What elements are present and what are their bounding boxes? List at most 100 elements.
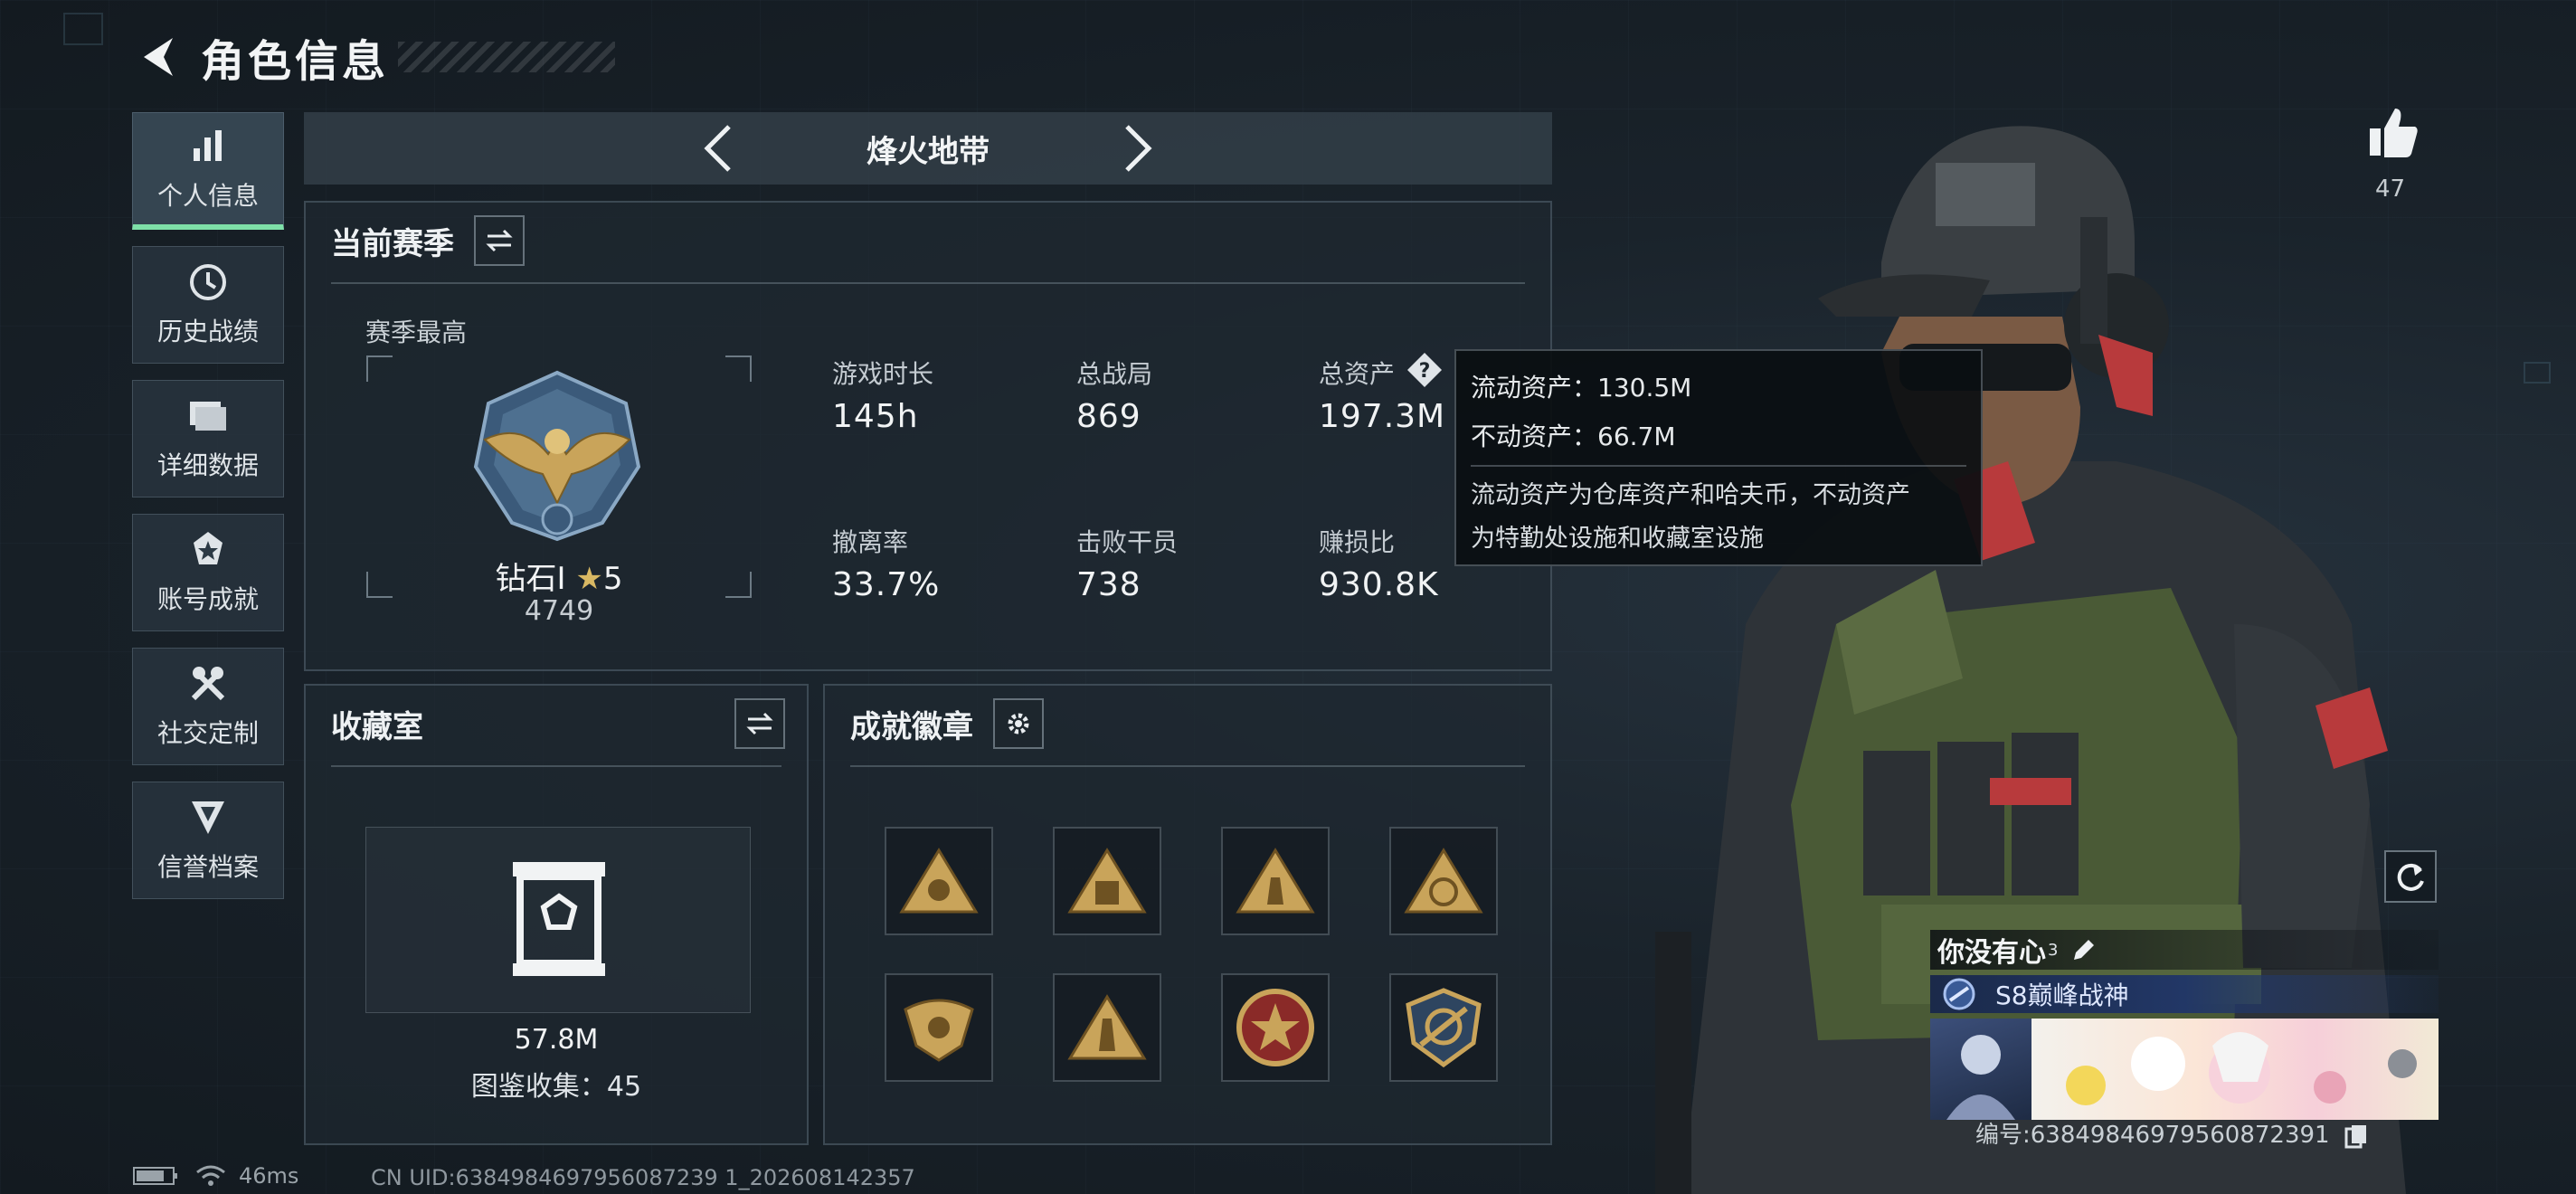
player-name-suffix: 3 — [2048, 940, 2059, 960]
stat-value-total-assets: 197.3M — [1319, 398, 1446, 435]
stat-value-extraction-rate: 33.7% — [832, 566, 941, 603]
back-arrow-icon[interactable] — [136, 34, 181, 80]
collection-title: 收藏室 — [331, 709, 423, 745]
tooltip-liquid-assets: 流动资产：130.5M — [1471, 373, 1692, 403]
tooltip-desc-line2: 为特勤处设施和收藏室设施 — [1471, 525, 1764, 553]
divider — [331, 765, 781, 767]
nav-item-achievements[interactable]: 账号成就 — [132, 514, 284, 631]
nav-label: 历史战绩 — [156, 317, 259, 346]
stat-label-total-assets: 总资产 — [1319, 359, 1396, 389]
player-title: S8巅峰战神 — [1995, 981, 2129, 1010]
help-icon[interactable]: ? — [1406, 351, 1444, 389]
gear-icon — [1008, 713, 1029, 734]
stat-label-playtime: 游戏时长 — [832, 359, 934, 389]
star-icon: ★ — [575, 561, 603, 597]
rank-name-row: 钻石I ★5 — [423, 554, 695, 598]
rank-emblem-icon — [467, 367, 648, 545]
player-title-row: S8巅峰战神 — [1930, 975, 2439, 1013]
page-title: 角色信息 — [201, 36, 390, 87]
like-count: 47 — [2375, 175, 2406, 203]
tooltip-divider — [1471, 465, 1966, 467]
wifi-icon — [195, 1164, 226, 1188]
achievements-title: 成就徽章 — [850, 709, 973, 745]
svg-text:?: ? — [1419, 360, 1431, 383]
latency: 46ms — [239, 1163, 299, 1189]
nav-item-detailed-data[interactable]: 详细数据 — [132, 380, 284, 498]
nav-label: 个人信息 — [156, 180, 259, 211]
achievements-panel: 成就徽章 — [823, 684, 1552, 1145]
side-nav: 个人信息 历史战绩 详细数据 账号成就 社交定制 信誉档案 — [132, 112, 284, 915]
player-card: 你没有心 3 S8巅峰战神 — [1930, 930, 2439, 1120]
stat-value-playtime: 145h — [832, 398, 919, 435]
achievement-badge[interactable] — [1221, 827, 1330, 935]
shield-icon — [187, 797, 229, 839]
achievement-badge[interactable] — [885, 827, 993, 935]
title-decoration — [398, 42, 616, 72]
corner-decoration — [2524, 362, 2551, 384]
header: 角色信息 — [136, 25, 616, 89]
player-banner[interactable] — [1930, 1019, 2439, 1120]
achievement-badge[interactable] — [885, 973, 993, 1082]
stat-value-profit-ratio: 930.8K — [1319, 566, 1439, 603]
achievement-badge[interactable] — [1221, 973, 1330, 1082]
player-name: 你没有心 — [1937, 937, 2046, 969]
next-mode-arrow-icon[interactable] — [1113, 123, 1163, 174]
copy-icon[interactable] — [2344, 1123, 2368, 1149]
season-panel: 当前赛季 赛季最高 钻石I ★5 4749 游戏时长 145h 总战局 869 … — [304, 201, 1552, 671]
nav-label: 详细数据 — [156, 450, 259, 480]
rank-stars: 5 — [602, 561, 623, 597]
player-id-row: 编号:6384984697956087239​1 — [1975, 1116, 2368, 1150]
folder-icon — [187, 395, 229, 437]
achievement-badge[interactable] — [1389, 827, 1498, 935]
client-uid: CN UID:6384984697956087239 1_20260814235… — [371, 1165, 915, 1190]
nav-item-credit[interactable]: 信誉档案 — [132, 782, 284, 899]
season-switch-button[interactable] — [474, 215, 525, 266]
mode-label: 烽火地带 — [867, 133, 990, 170]
collection-value: 57.8M — [514, 1024, 599, 1056]
stat-value-total-matches: 869 — [1076, 398, 1141, 435]
display-case-icon — [513, 862, 605, 976]
season-best-label: 赛季最高 — [365, 317, 468, 347]
nav-item-personal-info[interactable]: 个人信息 — [132, 112, 284, 230]
collection-count: 图鉴收集：45 — [470, 1071, 642, 1103]
refresh-icon — [2397, 863, 2424, 891]
battery-icon — [132, 1165, 179, 1187]
prev-mode-arrow-icon[interactable] — [693, 123, 743, 174]
stat-label-operators-defeated: 击败干员 — [1076, 527, 1179, 557]
bar-chart-icon — [187, 126, 229, 167]
edit-name-icon[interactable] — [2070, 936, 2098, 963]
nav-item-social[interactable]: 社交定制 — [132, 648, 284, 765]
refresh-button[interactable] — [2384, 850, 2437, 903]
history-icon — [187, 261, 229, 303]
assets-tooltip: 流动资产：130.5M 不动资产：66.7M 流动资产为仓库资产和哈夫币，不动资… — [1454, 349, 1983, 566]
achievement-badge[interactable] — [1053, 973, 1161, 1082]
rank-score: 4749 — [524, 595, 594, 627]
nav-item-history[interactable]: 历史战绩 — [132, 246, 284, 364]
thumbs-up-icon[interactable] — [2366, 105, 2420, 159]
stat-label-extraction-rate: 撤离率 — [832, 527, 909, 557]
stat-label-total-matches: 总战局 — [1076, 359, 1153, 389]
achievement-badge[interactable] — [1389, 973, 1498, 1082]
player-name-row: 你没有心 3 — [1930, 930, 2439, 970]
nav-label: 信誉档案 — [156, 852, 259, 882]
season-title: 当前赛季 — [331, 226, 454, 262]
collection-showcase[interactable] — [365, 827, 751, 1013]
collection-switch-button[interactable] — [734, 698, 785, 749]
title-emblem-icon — [1939, 977, 1979, 1011]
tooltip-fixed-assets: 不动资产：66.7M — [1471, 422, 1676, 451]
nav-label: 社交定制 — [156, 718, 259, 748]
status-bar: 46ms — [132, 1163, 298, 1189]
player-id: 编号:6384984697956087239​1 — [1975, 1122, 2330, 1149]
mode-selector: 烽火地带 — [304, 112, 1552, 185]
tools-icon — [187, 663, 229, 705]
corner-decoration — [63, 13, 103, 45]
achievements-settings-button[interactable] — [993, 698, 1044, 749]
avatar[interactable] — [1930, 1019, 2031, 1120]
divider — [331, 282, 1525, 284]
tooltip-desc-line1: 流动资产为仓库资产和哈夫币，不动资产 — [1471, 481, 1910, 509]
nav-label: 账号成就 — [156, 584, 259, 614]
achievement-badge[interactable] — [1053, 827, 1161, 935]
banner-art — [2031, 1019, 2439, 1120]
collection-panel: 收藏室 57.8M 图鉴收集：45 — [304, 684, 809, 1145]
medal-icon — [187, 529, 229, 571]
